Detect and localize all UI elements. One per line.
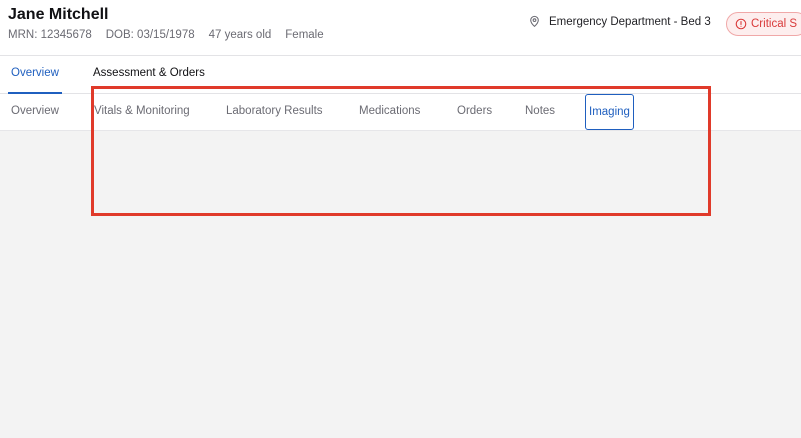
content-area (0, 131, 801, 438)
subtab-vitals-monitoring[interactable]: Vitals & Monitoring (94, 105, 190, 117)
subtab-imaging[interactable]: Imaging (585, 94, 634, 130)
secondary-tab-bar: Overview Vitals & Monitoring Laboratory … (0, 94, 801, 131)
patient-location: Emergency Department - Bed 3 (528, 15, 711, 28)
subtab-orders[interactable]: Orders (457, 105, 492, 117)
patient-meta: MRN: 12345678 DOB: 03/15/1978 47 years o… (8, 29, 338, 41)
location-label: Emergency Department - Bed 3 (549, 15, 711, 28)
patient-age: 47 years old (208, 29, 272, 41)
subtab-laboratory-results[interactable]: Laboratory Results (226, 105, 323, 117)
status-badge: Critical S (726, 12, 801, 36)
primary-tab-bar: Overview Assessment & Orders (0, 56, 801, 94)
patient-sex: Female (285, 29, 324, 41)
tab-assessment-orders[interactable]: Assessment & Orders (93, 67, 205, 79)
tab-overview[interactable]: Overview (8, 67, 62, 94)
status-label: Critical S (751, 18, 798, 30)
patient-mrn: MRN: 12345678 (8, 29, 92, 41)
subtab-medications[interactable]: Medications (359, 105, 420, 117)
patient-header: Jane Mitchell MRN: 12345678 DOB: 03/15/1… (0, 0, 801, 56)
subtab-overview[interactable]: Overview (11, 105, 59, 117)
subtab-notes[interactable]: Notes (525, 105, 555, 117)
map-pin-icon (530, 15, 539, 27)
patient-name: Jane Mitchell (8, 6, 109, 23)
patient-dob: DOB: 03/15/1978 (105, 29, 195, 41)
alert-circle-icon (735, 18, 747, 30)
